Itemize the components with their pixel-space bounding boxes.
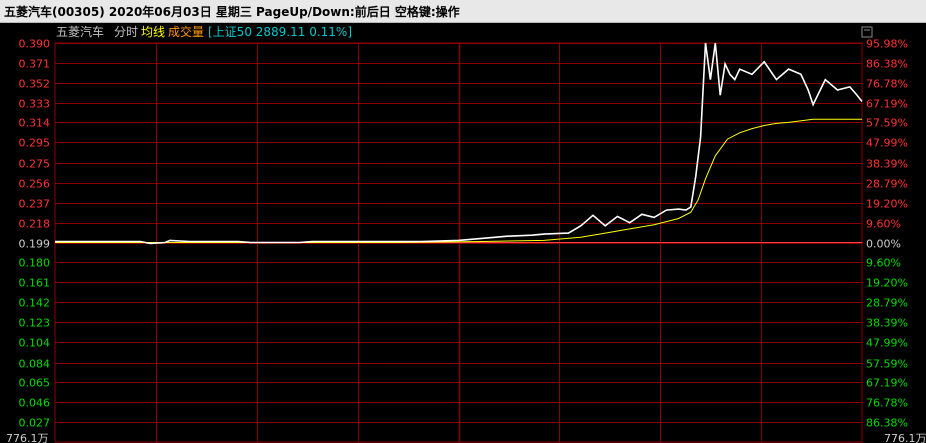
percent-tick-label: 86.38% [866,417,908,430]
legend-avg-label: 均线 [141,25,165,39]
window-title: 五菱汽车(00305) 2020年06月03日 星期三 PageUp/Down:… [4,5,460,19]
price-tick-label: 0.180 [19,257,51,270]
percent-tick-label: 57.59% [866,358,908,371]
percent-tick-label: 38.39% [866,317,908,330]
percent-axis: 95.98% 86.38% 76.78% 67.19% 57.59% 47.99% 38.3… [866,38,908,430]
percent-tick-label: 9.60% [866,257,901,270]
price-tick-label: 0.218 [19,218,51,231]
percent-tick-label: 57.59% [866,117,908,130]
price-tick-label: 0.065 [19,377,51,390]
price-tick-label: 0.371 [19,58,51,71]
legend-stock-name: 五菱汽车 [56,24,104,39]
price-tick-label: 0.352 [19,78,51,91]
price-tick-label: 0.314 [19,117,51,130]
percent-tick-label: 67.19% [866,98,908,111]
price-tick-label: 0.104 [19,337,51,350]
price-tick-label: 0.333 [19,98,51,111]
price-tick-label: 0.295 [19,137,51,150]
average-line [55,118,862,243]
percent-tick-label: 47.99% [866,137,908,150]
percent-tick-label: 76.78% [866,397,908,410]
bottom-left-label: 776.1万 [6,432,49,443]
legend-mode-label: 分时 [114,25,138,39]
percent-tick-label: 47.99% [866,337,908,350]
price-tick-label: 0.084 [19,358,51,371]
title-bar: 五菱汽车(00305) 2020年06月03日 星期三 PageUp/Down:… [0,0,926,23]
price-tick-label: 0.256 [19,178,51,191]
price-tick-label: 0.199 [19,238,51,251]
percent-tick-label: 0.00% [866,238,901,251]
percent-tick-label: 19.20% [866,277,908,290]
percent-tick-label: 76.78% [866,78,908,91]
percent-tick-label: 28.79% [866,178,908,191]
price-tick-label: 0.237 [19,198,51,211]
percent-tick-label: 19.20% [866,198,908,211]
price-tick-label: 0.390 [19,38,51,51]
price-tick-label: 0.046 [19,397,51,410]
chart-legend: 五菱汽车 分时 均线 成交量 [上证50 2889.11 0.11%] [56,24,352,39]
percent-tick-label: 95.98% [866,38,908,51]
percent-tick-label: 9.60% [866,218,901,231]
percent-tick-label: 67.19% [866,377,908,390]
legend-index-info: [上证50 2889.11 0.11%] [208,25,352,39]
legend-volume-label: 成交量 [168,24,204,39]
price-line [55,42,863,245]
percent-tick-label: 28.79% [866,297,908,310]
bottom-right-label: 776.1万 [884,432,926,443]
percent-tick-label: 38.39% [866,158,908,171]
price-tick-label: 0.275 [19,158,51,171]
intraday-chart: 0.390 0.371 0.352 0.333 0.314 0.295 0.275 0.256… [6,24,926,443]
chart-lines [55,42,863,245]
price-tick-label: 0.161 [19,277,51,290]
price-tick-label: 0.123 [19,317,51,330]
price-tick-label: 0.027 [19,417,51,430]
close-icon[interactable] [861,26,873,38]
percent-tick-label: 86.38% [866,58,908,71]
price-axis: 0.390 0.371 0.352 0.333 0.314 0.295 0.275 0.256… [19,38,51,430]
price-tick-label: 0.142 [19,297,51,310]
